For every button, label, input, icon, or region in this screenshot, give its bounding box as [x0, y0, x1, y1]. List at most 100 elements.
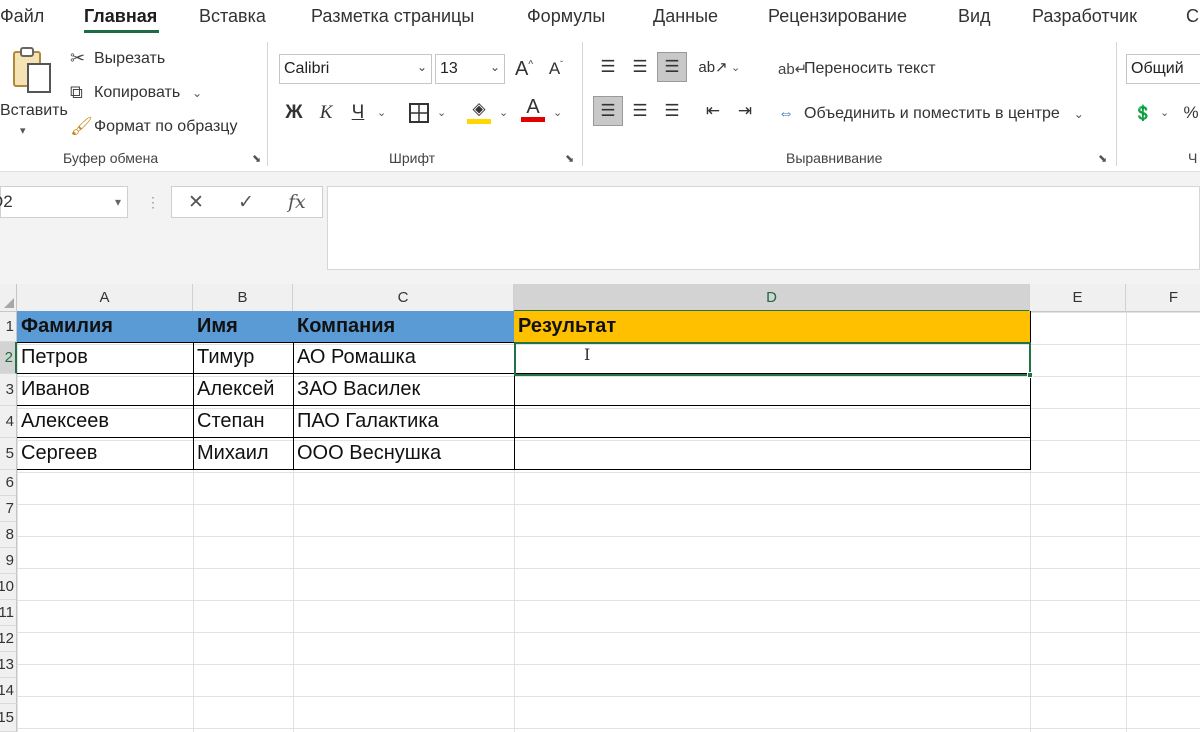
align-bottom-button[interactable]: ☰ [657, 52, 687, 82]
cancel-icon[interactable]: ✕ [188, 191, 204, 214]
font-name-combo[interactable]: Calibri ⌄ [279, 54, 432, 84]
tab-formulas[interactable]: Формулы [527, 6, 605, 27]
font-color-dropdown-icon[interactable]: ⌄ [553, 106, 562, 119]
align-top-button[interactable]: ☰ [593, 52, 623, 82]
fill-handle[interactable] [1027, 372, 1033, 378]
table-cell[interactable]: ПАО Галактика [293, 406, 515, 438]
table-cell[interactable]: Петров [17, 342, 194, 374]
accounting-format-button[interactable]: 💲 [1128, 98, 1158, 128]
table-cell[interactable] [514, 406, 1031, 438]
row-header-2[interactable]: 2 [0, 342, 17, 374]
ribbon: Вставить ▾ ✂ Вырезать ⧉ Копировать ⌄ 🖌 Ф… [0, 36, 1200, 172]
formula-input[interactable] [327, 186, 1200, 270]
tab-review[interactable]: Рецензирование [768, 6, 907, 27]
align-right-button[interactable]: ☰ [657, 96, 687, 126]
merge-center-button[interactable]: ⇔ Объединить и поместить в центре ⌄ [778, 105, 1084, 123]
table-cell[interactable]: Степан [193, 406, 294, 438]
paste-button[interactable]: Вставить ▾ [0, 44, 68, 144]
column-header-b[interactable]: B [193, 284, 293, 312]
table-cell[interactable]: ООО Веснушка [293, 438, 515, 470]
font-size-combo[interactable]: 13 ⌄ [435, 54, 505, 84]
row-header-14[interactable]: 14 [0, 678, 17, 704]
insert-function-icon[interactable]: fx [288, 191, 306, 213]
percent-format-button[interactable]: % [1176, 98, 1200, 128]
row-header-12[interactable]: 12 [0, 626, 17, 652]
table-cell[interactable] [514, 374, 1031, 406]
row-header-7[interactable]: 7 [0, 496, 17, 522]
copy-button[interactable]: ⧉ Копировать ⌄ [70, 82, 202, 103]
orientation-dropdown-icon[interactable]: ⌄ [731, 61, 740, 74]
row-header-1[interactable]: 1 [0, 312, 17, 342]
tab-more[interactable]: С [1186, 6, 1199, 27]
row-header-10[interactable]: 10 [0, 574, 17, 600]
increase-font-size-button[interactable]: A^ [509, 54, 539, 84]
table-cell[interactable]: АО Ромашка [293, 342, 515, 374]
table-cell[interactable]: Михаил [193, 438, 294, 470]
fill-color-dropdown-icon[interactable]: ⌄ [499, 106, 508, 119]
row-header-8[interactable]: 8 [0, 522, 17, 548]
number-format-combo[interactable]: Общий [1126, 54, 1200, 84]
row-header-13[interactable]: 13 [0, 652, 17, 678]
cell-b1[interactable]: Имя [193, 311, 294, 343]
column-header-f[interactable]: F [1126, 284, 1200, 312]
tab-file[interactable]: Файл [0, 6, 44, 27]
borders-dropdown-icon[interactable]: ⌄ [437, 106, 446, 119]
increase-indent-button[interactable]: ⇥ [730, 96, 760, 126]
clipboard-launcher-icon[interactable]: ⬊ [252, 152, 261, 165]
row-header-6[interactable]: 6 [0, 470, 17, 496]
row-header-15[interactable]: 15 [0, 704, 17, 732]
row-header-3[interactable]: 3 [0, 374, 17, 406]
table-cell[interactable]: Тимур [193, 342, 294, 374]
tab-home[interactable]: Главная [84, 6, 157, 27]
underline-dropdown-icon[interactable]: ⌄ [377, 106, 386, 119]
tab-insert[interactable]: Вставка [199, 6, 266, 27]
row-header-4[interactable]: 4 [0, 406, 17, 438]
row-header-9[interactable]: 9 [0, 548, 17, 574]
table-cell[interactable]: ЗАО Василек [293, 374, 515, 406]
alignment-launcher-icon[interactable]: ⬊ [1098, 152, 1107, 165]
cell-d1[interactable]: Результат [514, 311, 1031, 343]
align-middle-button[interactable]: ☰ [625, 52, 655, 82]
active-cell-d2[interactable] [514, 342, 1031, 376]
merge-dropdown-icon[interactable]: ⌄ [1074, 107, 1084, 121]
copy-dropdown-icon[interactable]: ⌄ [192, 86, 202, 100]
underline-button[interactable]: Ч [343, 98, 373, 128]
italic-button[interactable]: К [311, 98, 341, 128]
confirm-icon[interactable]: ✓ [238, 191, 254, 214]
accounting-dropdown-icon[interactable]: ⌄ [1160, 106, 1169, 119]
table-cell[interactable]: Алексеев [17, 406, 194, 438]
tab-developer[interactable]: Разработчик [1032, 6, 1137, 27]
fill-color-button[interactable]: ◈ [464, 96, 494, 126]
drag-handle-icon[interactable]: ⋮ [146, 194, 160, 211]
name-box[interactable]: D2 ▾ [0, 186, 128, 218]
row-header-11[interactable]: 11 [0, 600, 17, 626]
font-launcher-icon[interactable]: ⬊ [565, 152, 574, 165]
tab-view[interactable]: Вид [958, 6, 991, 27]
table-cell[interactable]: Иванов [17, 374, 194, 406]
align-center-button[interactable]: ☰ [625, 96, 655, 126]
bold-button[interactable]: Ж [279, 98, 309, 128]
select-all-corner[interactable] [0, 284, 17, 312]
column-header-c[interactable]: C [293, 284, 514, 312]
align-left-button[interactable]: ☰ [593, 96, 623, 126]
decrease-font-size-button[interactable]: Aˇ [541, 54, 571, 84]
cut-button[interactable]: ✂ Вырезать [70, 48, 165, 69]
paste-dropdown-icon[interactable]: ▾ [20, 124, 26, 137]
tab-page-layout[interactable]: Разметка страницы [311, 6, 474, 27]
table-cell[interactable]: Сергеев [17, 438, 194, 470]
borders-button[interactable] [404, 98, 434, 128]
orientation-button[interactable]: ab↗ [698, 52, 728, 82]
row-header-5[interactable]: 5 [0, 438, 17, 470]
table-cell[interactable] [514, 438, 1031, 470]
cell-a1[interactable]: Фамилия [17, 311, 194, 343]
format-painter-button[interactable]: 🖌 Формат по образцу [70, 116, 237, 137]
font-color-button[interactable]: A [518, 94, 548, 124]
tab-data[interactable]: Данные [653, 6, 718, 27]
wrap-text-button[interactable]: ab↵ Переносить текст [778, 60, 936, 78]
column-header-e[interactable]: E [1030, 284, 1126, 312]
table-cell[interactable]: Алексей [193, 374, 294, 406]
decrease-indent-button[interactable]: ⇤ [698, 96, 728, 126]
column-header-a[interactable]: A [17, 284, 193, 312]
column-header-d[interactable]: D [514, 284, 1030, 312]
cell-c1[interactable]: Компания [293, 311, 515, 343]
